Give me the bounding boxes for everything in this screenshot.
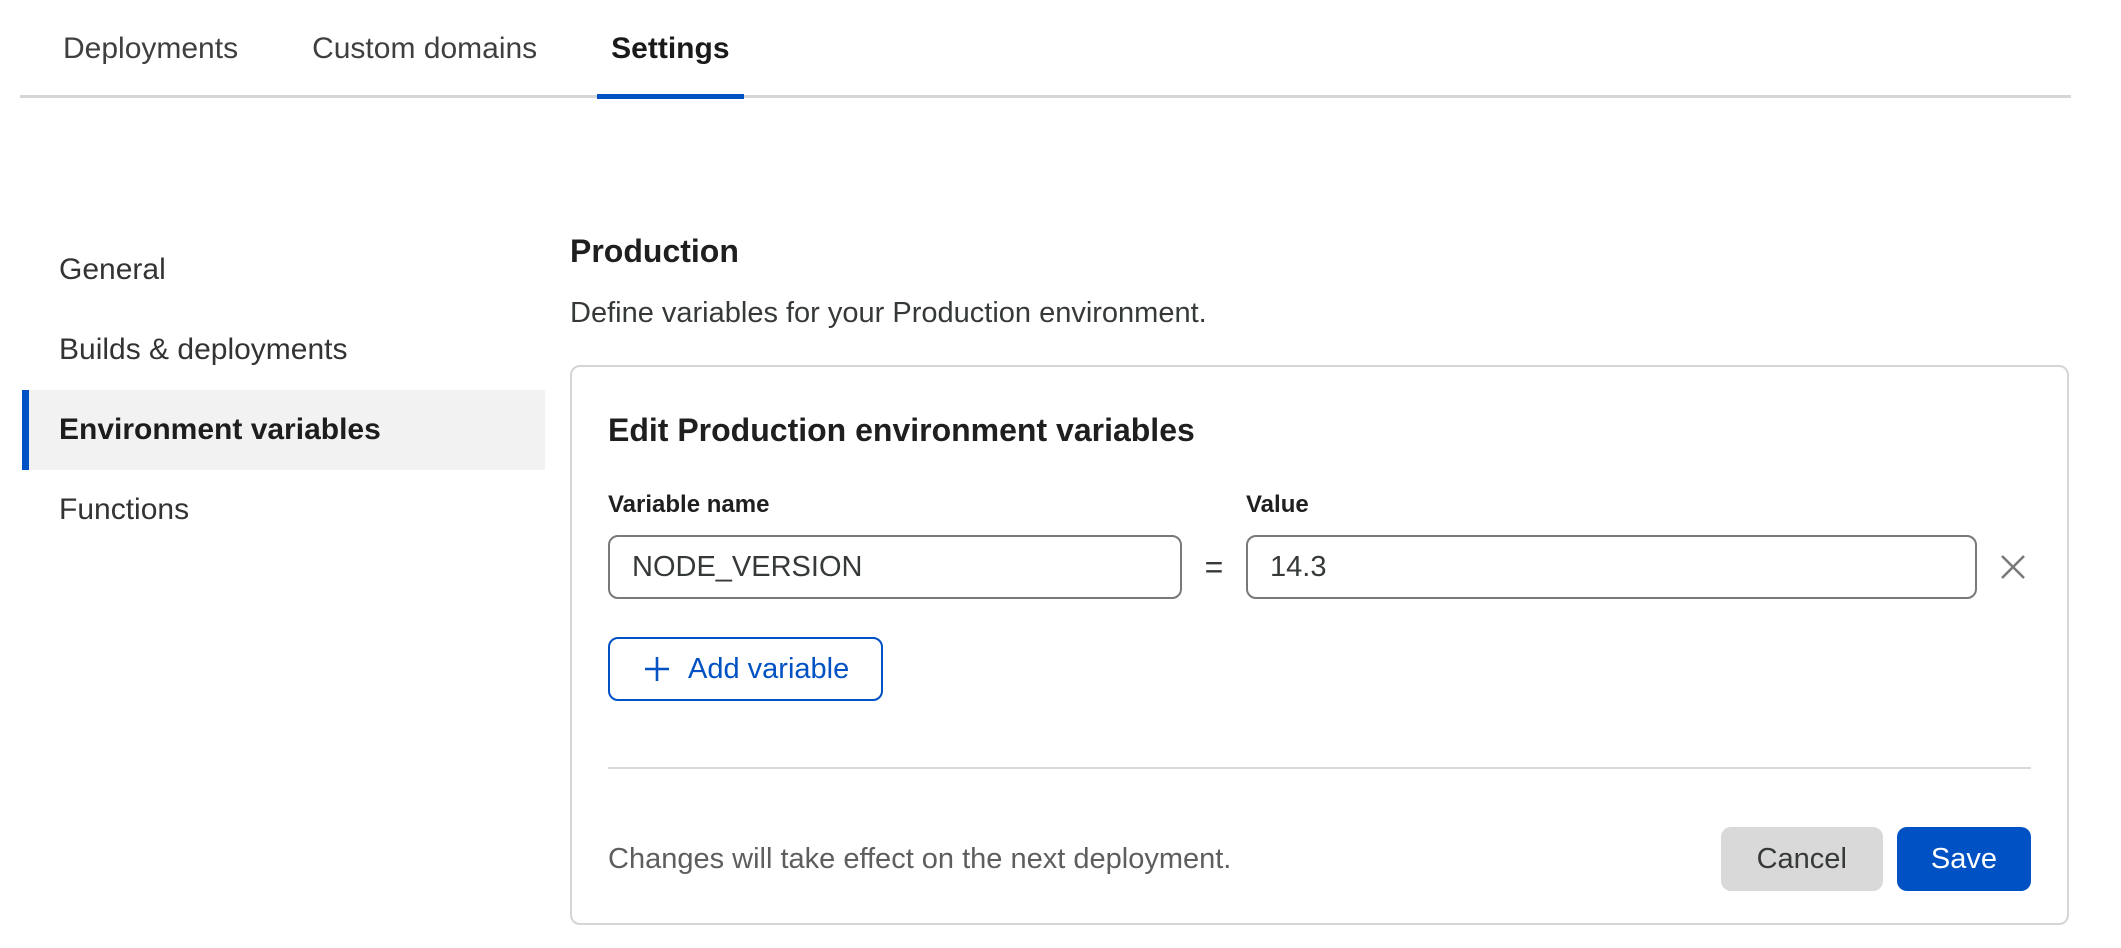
sidebar-item-functions[interactable]: Functions <box>22 470 545 550</box>
sidebar-item-general[interactable]: General <box>22 230 545 310</box>
save-button[interactable]: Save <box>1897 827 2031 891</box>
sidebar-item-environment-variables[interactable]: Environment variables <box>22 390 545 470</box>
tab-custom-domains[interactable]: Custom domains <box>298 0 551 99</box>
project-tab-bar: Deployments Custom domains Settings <box>20 0 2071 98</box>
sidebar-item-builds-deployments[interactable]: Builds & deployments <box>22 310 545 390</box>
variable-name-input[interactable] <box>608 535 1182 599</box>
edit-variables-card: Edit Production environment variables Va… <box>570 365 2069 925</box>
value-label: Value <box>1246 491 1977 519</box>
variable-name-label: Variable name <box>608 491 1182 519</box>
add-variable-label: Add variable <box>688 653 849 686</box>
environment-variables-panel: Production Define variables for your Pro… <box>545 98 2121 925</box>
variable-row: Variable name Value = <box>608 491 2031 599</box>
deployment-note: Changes will take effect on the next dep… <box>608 843 1231 876</box>
settings-content: General Builds & deployments Environment… <box>0 98 2121 925</box>
plus-icon <box>642 654 672 684</box>
tab-deployments[interactable]: Deployments <box>49 0 252 99</box>
section-title: Production <box>570 230 2069 272</box>
add-variable-button[interactable]: Add variable <box>608 637 883 701</box>
close-icon <box>1995 549 2031 585</box>
section-description: Define variables for your Production env… <box>570 294 2069 332</box>
value-input[interactable] <box>1246 535 1977 599</box>
cancel-button[interactable]: Cancel <box>1721 827 1883 891</box>
tab-settings[interactable]: Settings <box>597 0 743 99</box>
equals-sign: = <box>1182 549 1246 586</box>
remove-variable-button[interactable] <box>1995 549 2031 585</box>
card-divider <box>608 767 2031 769</box>
settings-sidebar: General Builds & deployments Environment… <box>0 98 545 550</box>
card-title: Edit Production environment variables <box>608 409 2031 451</box>
card-footer: Changes will take effect on the next dep… <box>608 827 2031 891</box>
